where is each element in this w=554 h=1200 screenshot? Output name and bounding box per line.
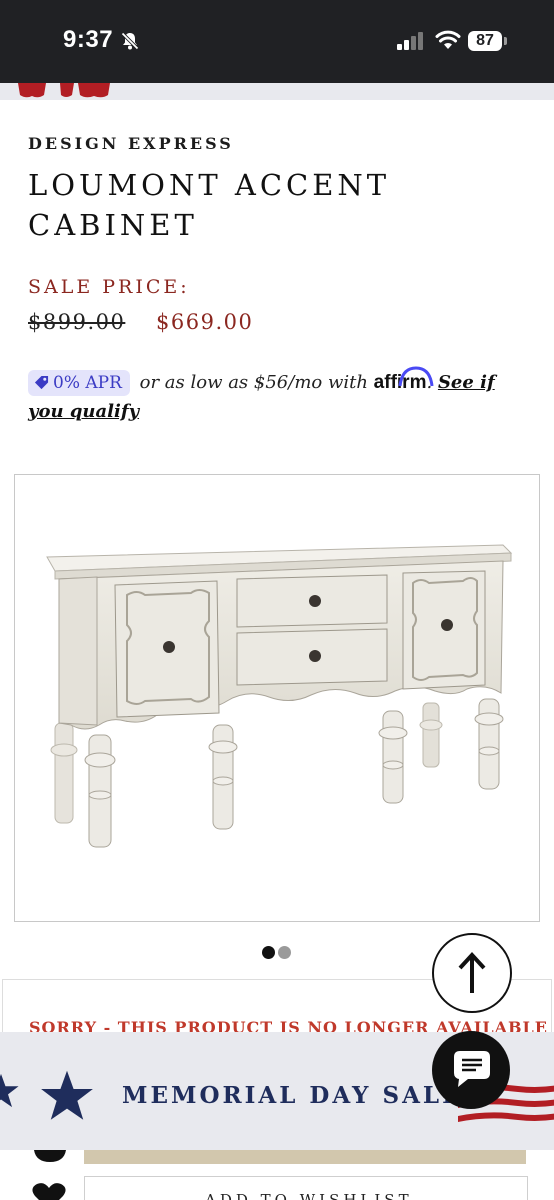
promo-title: MEMORIAL DAY SALE [122,1082,463,1109]
product-title: LOUMONT ACCENT CABINET [28,168,391,242]
tag-icon [34,375,49,390]
affirm-arc-icon [398,366,434,387]
original-price: $899.00 [28,310,126,334]
sale-price: $669.00 [156,310,254,334]
wishlist-label: ADD TO WISHLIST [205,1191,413,1200]
affirm-promo: 0% APR or as low as $56/mo with affirm. … [28,366,528,426]
star-icon [0,1073,19,1108]
cabinet-image [46,544,513,848]
bell-slash-icon [121,32,139,50]
sale-price-label: SALE PRICE: [28,276,190,298]
carousel-dot-2[interactable] [278,946,291,959]
chat-button[interactable] [432,1031,510,1109]
star-icon [41,1070,93,1120]
apr-badge-label: 0% APR [53,373,122,393]
header-strip [0,83,554,100]
status-bar: 9:37 87 [0,0,554,83]
carousel-dot-1[interactable] [262,946,275,959]
status-time: 9:37 [63,26,114,53]
add-to-wishlist-button[interactable]: ADD TO WISHLIST [84,1176,528,1200]
apr-badge: 0% APR [28,370,130,396]
affirm-text: or as low as $56/mo with [139,372,368,393]
battery-indicator: 87 [468,31,502,51]
scroll-to-top-button[interactable] [432,933,512,1013]
wifi-icon [435,30,461,49]
product-brand[interactable]: DESIGN EXPRESS [28,134,234,153]
product-image[interactable] [14,474,540,922]
battery-tip [504,37,507,45]
logo-icon [18,83,110,98]
bottom-actions: ADD TO WISHLIST [0,1150,554,1200]
signal-icon [397,32,423,50]
heart-icon[interactable] [31,1182,67,1200]
cart-icon [34,1150,66,1162]
arrow-up-icon [458,952,486,993]
carousel-dots [262,944,294,963]
chat-icon [454,1051,490,1087]
affirm-logo: affirm [374,366,434,393]
add-to-cart-button[interactable] [84,1150,526,1164]
